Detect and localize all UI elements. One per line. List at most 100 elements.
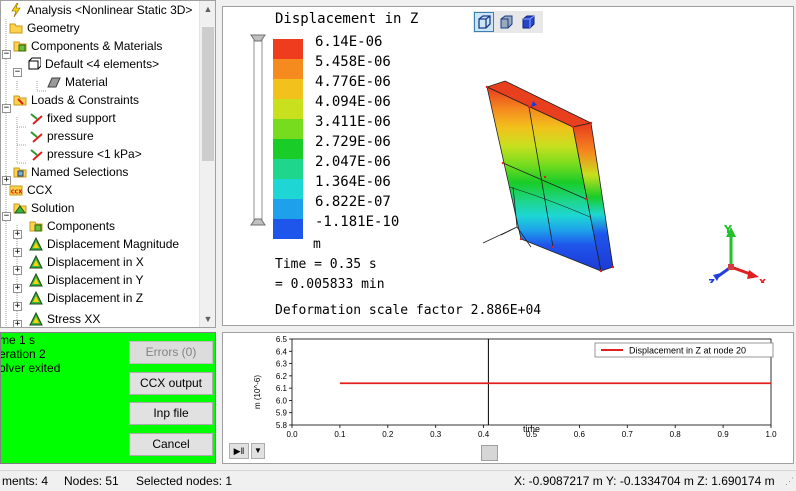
tree-item-material[interactable]: Material <box>47 73 108 91</box>
3d-viewport[interactable]: Displacement in Z 6.14E-06 5.458E-06 4.776… <box>222 6 794 326</box>
expand-disp-mag[interactable]: + <box>13 248 22 257</box>
legend-swatch <box>273 199 303 219</box>
components-icon <box>13 39 27 53</box>
legend-value: 4.094E-06 <box>315 94 391 110</box>
legend-value: -1.181E-10 <box>315 214 400 230</box>
expand-stress-xx[interactable]: + <box>13 320 22 327</box>
time-slider-thumb[interactable] <box>481 445 498 461</box>
legend-swatch <box>273 59 303 79</box>
tree-item-pressure[interactable]: pressure <box>29 127 94 145</box>
x-tick-label: 1.0 <box>765 430 777 439</box>
cancel-button[interactable]: Cancel <box>129 433 213 456</box>
components-icon <box>29 219 43 233</box>
expand-disp-z[interactable]: + <box>13 302 22 311</box>
shaded-view-button[interactable] <box>497 13 517 33</box>
pressure-icon <box>29 147 43 161</box>
solution-icon <box>13 201 27 215</box>
expand-disp-y[interactable]: + <box>13 284 22 293</box>
y-tick-label: 6.5 <box>276 335 288 344</box>
node-count: Nodes: 51 <box>64 474 119 488</box>
tree-item-ccx[interactable]: CCX CCX <box>9 181 52 199</box>
expand-solution[interactable]: − <box>2 212 11 221</box>
scroll-up-icon[interactable]: ▲ <box>200 1 215 17</box>
x-tick-label: 0.9 <box>718 430 730 439</box>
scroll-down-icon[interactable]: ▼ <box>200 311 215 327</box>
project-tree[interactable]: Analysis <Nonlinear Static 3D> Geometry … <box>0 0 216 328</box>
deformation-scale-label: Deformation scale factor 2.886E+04 <box>275 303 542 318</box>
expand-disp-x[interactable]: + <box>13 266 22 275</box>
expand-components-materials[interactable]: − <box>2 50 11 59</box>
plot-legend-label: Displacement in Z at node 20 <box>629 346 746 356</box>
tree-item-components-materials[interactable]: Components & Materials <box>13 37 162 55</box>
play-pause-button[interactable]: ▶‖ <box>229 443 249 459</box>
legend-slider[interactable] <box>249 33 269 229</box>
inp-file-button[interactable]: Inp file <box>129 402 213 425</box>
y-tick-label: 5.9 <box>276 409 288 418</box>
expand-default[interactable]: − <box>13 68 22 77</box>
y-axis-label: Y <box>723 223 733 236</box>
tree-item-solution[interactable]: Solution <box>13 199 74 217</box>
tree-item-pressure-1kpa[interactable]: pressure <1 kPa> <box>29 145 142 163</box>
time-history-plot[interactable]: 5.8 5.9 6.0 6.1 6.2 6.3 6.4 6.5 0.0 0.1 0.2 0.3 0.4 0… <box>222 332 794 464</box>
tree-item-geometry[interactable]: Geometry <box>9 19 80 37</box>
ccx-output-button[interactable]: CCX output <box>129 372 213 395</box>
axis-triad: Y x Z <box>709 223 766 283</box>
play-options-dropdown[interactable]: ▼ <box>251 443 265 459</box>
selected-node-count: Selected nodes: 1 <box>136 474 233 488</box>
tree-item-displacement-z[interactable]: Displacement in Z <box>29 289 143 307</box>
time-readout: Time = 0.35 s <box>275 257 377 272</box>
tree-item-displacement-y[interactable]: Displacement in Y <box>29 271 144 289</box>
element-group-icon <box>27 57 42 71</box>
legend-value: 2.047E-06 <box>315 154 391 170</box>
status-line: olver exited <box>0 361 61 375</box>
tree-item-solution-components[interactable]: Components <box>29 217 115 235</box>
tree-item-analysis[interactable]: Analysis <Nonlinear Static 3D> <box>9 1 192 19</box>
status-bar: ments: 4 Nodes: 51 Selected nodes: 1 X: … <box>0 470 796 490</box>
tree-item-stress-xx[interactable]: Stress XX <box>29 310 100 327</box>
wireframe-view-button[interactable] <box>474 12 494 32</box>
status-line: eration 2 <box>0 347 46 361</box>
folder-icon <box>9 21 23 35</box>
x-tick-label: 0.4 <box>478 430 490 439</box>
legend-swatch <box>273 179 303 199</box>
solver-status-panel: me 1 s eration 2 olver exited Errors (0)… <box>0 332 216 464</box>
legend-value: 6.14E-06 <box>315 34 383 50</box>
errors-button[interactable]: Errors (0) <box>129 341 213 364</box>
z-axis-label: Z <box>709 277 715 283</box>
tree-item-displacement-magnitude[interactable]: Displacement Magnitude <box>29 235 179 253</box>
x-tick-label: 0.1 <box>334 430 346 439</box>
result-icon <box>29 236 43 251</box>
plot-ylabel: m (10^-6) <box>253 375 262 409</box>
y-tick-label: 6.2 <box>276 372 288 381</box>
analysis-bolt-icon <box>9 2 23 18</box>
legend-swatch <box>273 219 303 239</box>
expand-loads[interactable]: − <box>2 104 11 113</box>
tree-item-displacement-x[interactable]: Displacement in X <box>29 253 144 271</box>
view-toolbar <box>473 11 543 33</box>
y-tick-label: 6.3 <box>276 360 288 369</box>
svg-text:CCX: CCX <box>11 190 22 196</box>
tree-item-default-group[interactable]: Default <4 elements> <box>27 55 159 73</box>
legend-swatch <box>273 79 303 99</box>
tree-scrollbar[interactable]: ▲ ▼ <box>199 1 215 327</box>
solid-view-button[interactable] <box>519 13 539 33</box>
y-tick-label: 6.1 <box>276 384 288 393</box>
legend-swatch <box>273 39 303 59</box>
legend-value: 5.458E-06 <box>315 54 391 70</box>
expand-solution-components[interactable]: + <box>13 230 22 239</box>
tree-item-named-selections[interactable]: Named Selections <box>13 163 128 181</box>
plot-xlabel: time <box>523 424 540 434</box>
cursor-coordinates: X: -0.9087217 m Y: -0.1334704 m Z: 1.690… <box>514 474 775 488</box>
shaded-cube-icon <box>500 15 513 29</box>
tree-item-loads-constraints[interactable]: Loads & Constraints <box>13 91 139 109</box>
legend-title: Displacement in Z <box>275 11 419 27</box>
y-tick-label: 6.4 <box>276 347 288 356</box>
resize-grip-icon[interactable]: ⋰ <box>785 471 794 491</box>
x-tick-label: 0.8 <box>670 430 682 439</box>
result-icon <box>29 290 43 305</box>
x-tick-label: 0.6 <box>574 430 586 439</box>
legend-swatch <box>273 119 303 139</box>
legend-value: 2.729E-06 <box>315 134 391 150</box>
scrollbar-thumb[interactable] <box>202 27 214 161</box>
tree-item-fixed-support[interactable]: fixed support <box>29 109 116 127</box>
